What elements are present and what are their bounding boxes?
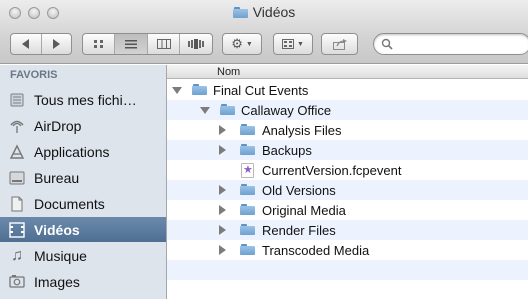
chevron-left-icon bbox=[21, 39, 29, 49]
column-header-name[interactable]: Nom bbox=[167, 65, 528, 79]
pictures-icon bbox=[8, 274, 26, 290]
item-name: Transcoded Media bbox=[262, 243, 370, 258]
folder-icon bbox=[232, 6, 248, 18]
item-name: CurrentVersion.fcpevent bbox=[262, 163, 402, 178]
list-item[interactable]: Transcoded Media bbox=[167, 240, 528, 260]
sidebar-item-pictures[interactable]: Images bbox=[0, 269, 166, 294]
list-item[interactable]: CurrentVersion.fcpevent bbox=[167, 160, 528, 180]
column-header-label: Nom bbox=[217, 66, 241, 78]
disclosure-collapsed-icon[interactable] bbox=[219, 225, 229, 235]
item-name: Callaway Office bbox=[241, 103, 332, 118]
arrange-icon bbox=[282, 39, 295, 49]
arrange-menu-button[interactable]: ▼ bbox=[273, 33, 313, 55]
coverflow-view-icon bbox=[188, 39, 204, 49]
disclosure-collapsed-icon[interactable] bbox=[219, 205, 229, 215]
movies-icon bbox=[8, 221, 26, 238]
folder-icon bbox=[240, 184, 255, 195]
view-mode-control bbox=[82, 33, 213, 55]
disclosure-collapsed-icon[interactable] bbox=[219, 125, 229, 135]
list-view-button[interactable] bbox=[115, 34, 148, 54]
music-icon: ♫ bbox=[11, 246, 23, 264]
item-name: Old Versions bbox=[262, 183, 336, 198]
sidebar-item-applications[interactable]: Applications bbox=[0, 139, 166, 164]
search-input[interactable] bbox=[396, 37, 516, 51]
applications-icon bbox=[8, 143, 26, 160]
folder-icon bbox=[240, 224, 255, 235]
column-view-icon bbox=[156, 39, 171, 49]
all-files-icon bbox=[8, 92, 26, 108]
item-name: Render Files bbox=[262, 223, 336, 238]
list-view-icon bbox=[125, 40, 137, 49]
icon-view-icon bbox=[93, 40, 103, 48]
list-item[interactable]: Render Files bbox=[167, 220, 528, 240]
folder-icon bbox=[220, 104, 235, 115]
sidebar-item-label: Musique bbox=[34, 247, 87, 264]
share-icon bbox=[332, 38, 347, 50]
chevron-down-icon: ▼ bbox=[297, 40, 304, 48]
gear-icon: ⚙ bbox=[231, 36, 243, 51]
file-list: Nom Final Cut Events Callaway Office Ana… bbox=[167, 65, 528, 299]
icon-view-button[interactable] bbox=[83, 34, 115, 54]
list-item[interactable]: Old Versions bbox=[167, 180, 528, 200]
sidebar-item-documents[interactable]: Documents bbox=[0, 191, 166, 216]
finder-window: Vidéos ⚙ ▼ ▼ FAVORIS Tous mes fichi… Air… bbox=[0, 0, 528, 299]
title-bar: Vidéos ⚙ ▼ ▼ bbox=[0, 0, 528, 64]
disclosure-collapsed-icon[interactable] bbox=[219, 145, 229, 155]
sidebar-item-label: Tous mes fichi… bbox=[34, 91, 137, 108]
sidebar-item-label: Vidéos bbox=[34, 221, 80, 238]
sidebar-item-label: AirDrop bbox=[34, 117, 82, 134]
sidebar-item-videos[interactable]: Vidéos bbox=[0, 217, 166, 242]
share-button[interactable] bbox=[321, 33, 358, 55]
sidebar-item-label: Images bbox=[34, 273, 80, 290]
coverflow-view-button[interactable] bbox=[180, 34, 212, 54]
forward-button[interactable] bbox=[42, 34, 72, 54]
list-item[interactable]: Callaway Office bbox=[167, 100, 528, 120]
window-title-text: Vidéos bbox=[252, 4, 296, 20]
item-name: Final Cut Events bbox=[213, 83, 309, 98]
chevron-right-icon bbox=[53, 39, 61, 49]
sidebar-header: FAVORIS bbox=[10, 69, 58, 81]
empty-row bbox=[167, 280, 528, 299]
disclosure-collapsed-icon[interactable] bbox=[219, 185, 229, 195]
list-item[interactable]: Original Media bbox=[167, 200, 528, 220]
disclosure-expanded-icon[interactable] bbox=[172, 85, 182, 95]
empty-row bbox=[167, 260, 528, 280]
sidebar-item-label: Bureau bbox=[34, 169, 80, 186]
list-item[interactable]: Backups bbox=[167, 140, 528, 160]
back-forward-control bbox=[10, 33, 72, 55]
back-button[interactable] bbox=[11, 34, 42, 54]
column-view-button[interactable] bbox=[148, 34, 180, 54]
sidebar-item-label: Applications bbox=[34, 143, 110, 160]
action-menu-button[interactable]: ⚙ ▼ bbox=[222, 33, 262, 55]
folder-icon bbox=[240, 244, 255, 255]
folder-icon bbox=[192, 84, 207, 95]
sidebar-item-desktop[interactable]: Bureau bbox=[0, 165, 166, 190]
folder-icon bbox=[240, 124, 255, 135]
list-item[interactable]: Final Cut Events bbox=[167, 80, 528, 100]
sidebar-item-label: Documents bbox=[34, 195, 105, 212]
search-icon bbox=[381, 38, 393, 50]
sidebar-item-music[interactable]: ♫ Musique bbox=[0, 243, 166, 268]
disclosure-expanded-icon[interactable] bbox=[200, 105, 210, 115]
item-name: Original Media bbox=[262, 203, 346, 218]
airdrop-icon bbox=[8, 118, 26, 134]
disclosure-collapsed-icon[interactable] bbox=[219, 245, 229, 255]
window-title: Vidéos bbox=[0, 4, 528, 20]
list-item[interactable]: Analysis Files bbox=[167, 120, 528, 140]
documents-icon bbox=[8, 196, 26, 212]
search-field[interactable] bbox=[373, 33, 528, 55]
sidebar-item-airdrop[interactable]: AirDrop bbox=[0, 113, 166, 138]
folder-icon bbox=[240, 144, 255, 155]
folder-icon bbox=[240, 204, 255, 215]
fcp-event-file-icon bbox=[241, 163, 254, 178]
item-name: Analysis Files bbox=[262, 123, 342, 138]
desktop-icon bbox=[8, 170, 26, 186]
sidebar: FAVORIS Tous mes fichi… AirDrop Applicat… bbox=[0, 65, 167, 299]
item-name: Backups bbox=[262, 143, 312, 158]
sidebar-item-all-files[interactable]: Tous mes fichi… bbox=[0, 87, 166, 112]
chevron-down-icon: ▼ bbox=[245, 40, 253, 48]
